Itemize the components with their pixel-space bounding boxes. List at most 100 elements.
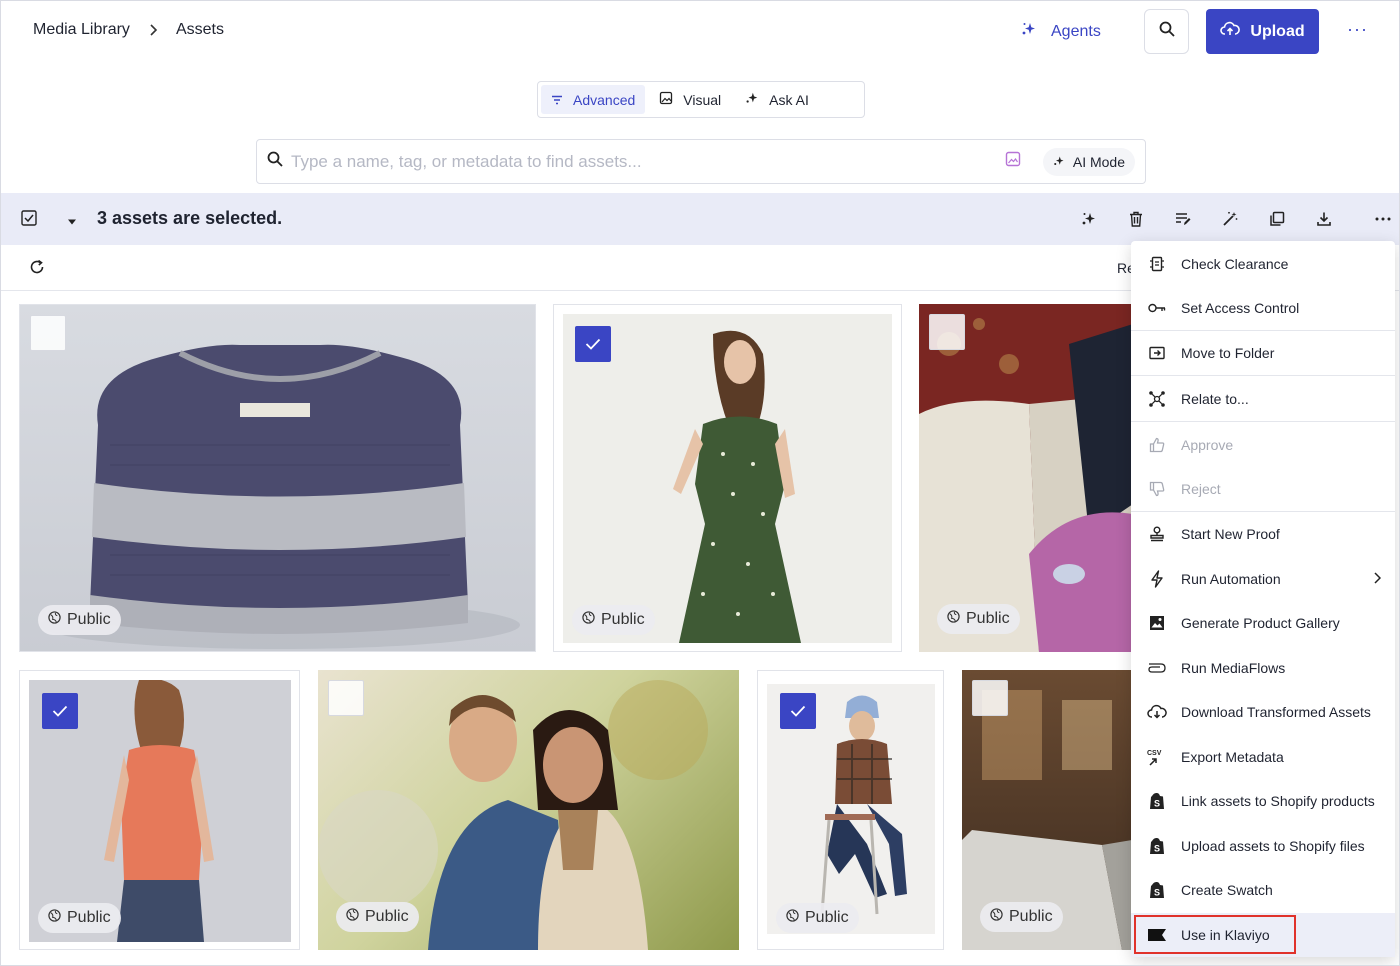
menu-item-check-clearance[interactable]: Check Clearance (1131, 242, 1395, 286)
menu-item-upload-shopify-files[interactable]: S Upload assets to Shopify files (1131, 824, 1395, 868)
globe-icon (582, 611, 595, 629)
asset-card[interactable]: Public (553, 304, 902, 652)
tab-advanced[interactable]: Advanced (541, 85, 646, 114)
asset-card[interactable]: Public (318, 670, 739, 950)
asset-card[interactable]: Public (757, 670, 944, 950)
asset-select-checkbox[interactable] (42, 693, 78, 729)
filter-icon (551, 92, 563, 108)
globe-icon (990, 908, 1003, 926)
menu-item-label: Download Transformed Assets (1181, 704, 1371, 720)
lightning-icon (1147, 569, 1167, 589)
chevron-right-icon (1373, 571, 1382, 587)
menu-divider (1131, 375, 1395, 376)
menu-item-label: Run MediaFlows (1181, 660, 1286, 676)
asset-select-checkbox[interactable] (972, 680, 1008, 716)
menu-item-set-access-control[interactable]: Set Access Control (1131, 286, 1395, 330)
folder-move-icon (1147, 343, 1167, 363)
breadcrumb-media-library[interactable]: Media Library (33, 21, 130, 39)
menu-item-run-automation[interactable]: Run Automation (1131, 557, 1395, 601)
shopify-icon: S (1147, 836, 1167, 856)
menu-item-label: Start New Proof (1181, 526, 1280, 542)
asset-card[interactable]: Public (919, 304, 1133, 652)
asset-card[interactable]: Public (19, 304, 536, 652)
copy-icon[interactable] (1265, 207, 1289, 231)
refresh-icon[interactable] (29, 259, 45, 280)
magic-wand-icon[interactable] (1218, 207, 1242, 231)
visibility-badge: Public (776, 903, 859, 933)
trash-icon[interactable] (1124, 207, 1148, 231)
more-options-icon[interactable] (1371, 207, 1395, 231)
media-library-window: Media Library Assets Agents Upload ··· A… (0, 0, 1400, 966)
asset-select-checkbox[interactable] (929, 314, 965, 350)
bulk-actions (1077, 207, 1395, 231)
upload-button[interactable]: Upload (1206, 9, 1319, 54)
tab-visual[interactable]: Visual (649, 85, 731, 114)
asset-card[interactable]: Public (19, 670, 300, 950)
stamp-icon (1147, 524, 1167, 544)
visibility-badge: Public (336, 902, 419, 932)
menu-item-create-swatch[interactable]: S Create Swatch (1131, 868, 1395, 912)
asset-select-checkbox[interactable] (30, 315, 66, 351)
asset-select-checkbox[interactable] (780, 693, 816, 729)
sparkle-icon (745, 91, 759, 108)
visibility-label: Public (1009, 908, 1053, 925)
thumbs-up-icon (1147, 435, 1167, 455)
visibility-badge: Public (38, 903, 121, 933)
menu-item-label: Run Automation (1181, 571, 1281, 587)
select-all-checkbox-icon[interactable] (21, 210, 37, 231)
csv-export-icon: CSV (1147, 747, 1167, 767)
menu-item-label: Link assets to Shopify products (1181, 793, 1375, 809)
menu-item-download-transformed-assets[interactable]: Download Transformed Assets (1131, 690, 1395, 734)
asset-thumbnail (919, 304, 1133, 652)
checkmark-icon (52, 705, 68, 717)
menu-divider (1131, 421, 1395, 422)
visibility-label: Public (365, 908, 409, 925)
svg-text:S: S (1154, 799, 1160, 809)
search-button[interactable] (1144, 9, 1189, 54)
asset-card[interactable]: Public (962, 670, 1134, 950)
edit-list-icon[interactable] (1171, 207, 1195, 231)
checkmark-icon (585, 338, 601, 350)
shopify-icon: S (1147, 791, 1167, 811)
menu-item-link-shopify-products[interactable]: S Link assets to Shopify products (1131, 779, 1395, 823)
more-options-icon[interactable]: ··· (1347, 19, 1368, 40)
menu-item-label: Approve (1181, 437, 1234, 453)
globe-icon (947, 610, 960, 628)
menu-item-label: Export Metadata (1181, 749, 1284, 765)
chevron-right-icon (148, 24, 158, 36)
relate-icon (1147, 389, 1167, 409)
menu-item-relate-to[interactable]: Relate to... (1131, 377, 1395, 421)
sparkle-icon[interactable] (1077, 207, 1101, 231)
menu-item-approve: Approve (1131, 423, 1395, 467)
menu-item-label: Set Access Control (1181, 300, 1300, 316)
asset-search-bar: AI Mode (256, 139, 1146, 184)
asset-select-checkbox[interactable] (575, 326, 611, 362)
breadcrumb-assets: Assets (175, 21, 224, 38)
clearance-icon (1147, 254, 1167, 274)
agents-button[interactable]: Agents (1021, 21, 1101, 42)
ai-mode-label: AI Mode (1072, 153, 1125, 170)
caret-down-icon[interactable] (67, 213, 77, 231)
cloud-upload-icon (1220, 21, 1241, 42)
image-search-icon[interactable] (1005, 151, 1021, 172)
download-icon[interactable] (1312, 207, 1336, 231)
svg-text:CSV: CSV (1147, 750, 1162, 757)
tab-ask-ai[interactable]: Ask AI (735, 85, 819, 114)
menu-item-run-mediaflows[interactable]: Run MediaFlows (1131, 646, 1395, 690)
menu-item-start-new-proof[interactable]: Start New Proof (1131, 512, 1395, 556)
visibility-label: Public (67, 611, 111, 628)
visibility-label: Public (805, 909, 849, 926)
asset-search-input[interactable] (291, 151, 997, 172)
sparkle-icon (1053, 154, 1065, 170)
menu-item-generate-product-gallery[interactable]: Generate Product Gallery (1131, 601, 1395, 645)
search-icon (1159, 21, 1175, 42)
tab-ask-ai-label: Ask AI (769, 91, 809, 108)
agents-label: Agents (1051, 22, 1101, 40)
globe-icon (48, 611, 61, 629)
ai-mode-toggle[interactable]: AI Mode (1042, 147, 1135, 176)
visibility-label: Public (966, 610, 1010, 627)
asset-select-checkbox[interactable] (328, 680, 364, 716)
menu-item-export-metadata[interactable]: CSV Export Metadata (1131, 735, 1395, 779)
menu-item-label: Reject (1181, 481, 1221, 497)
menu-item-move-to-folder[interactable]: Move to Folder (1131, 331, 1395, 375)
